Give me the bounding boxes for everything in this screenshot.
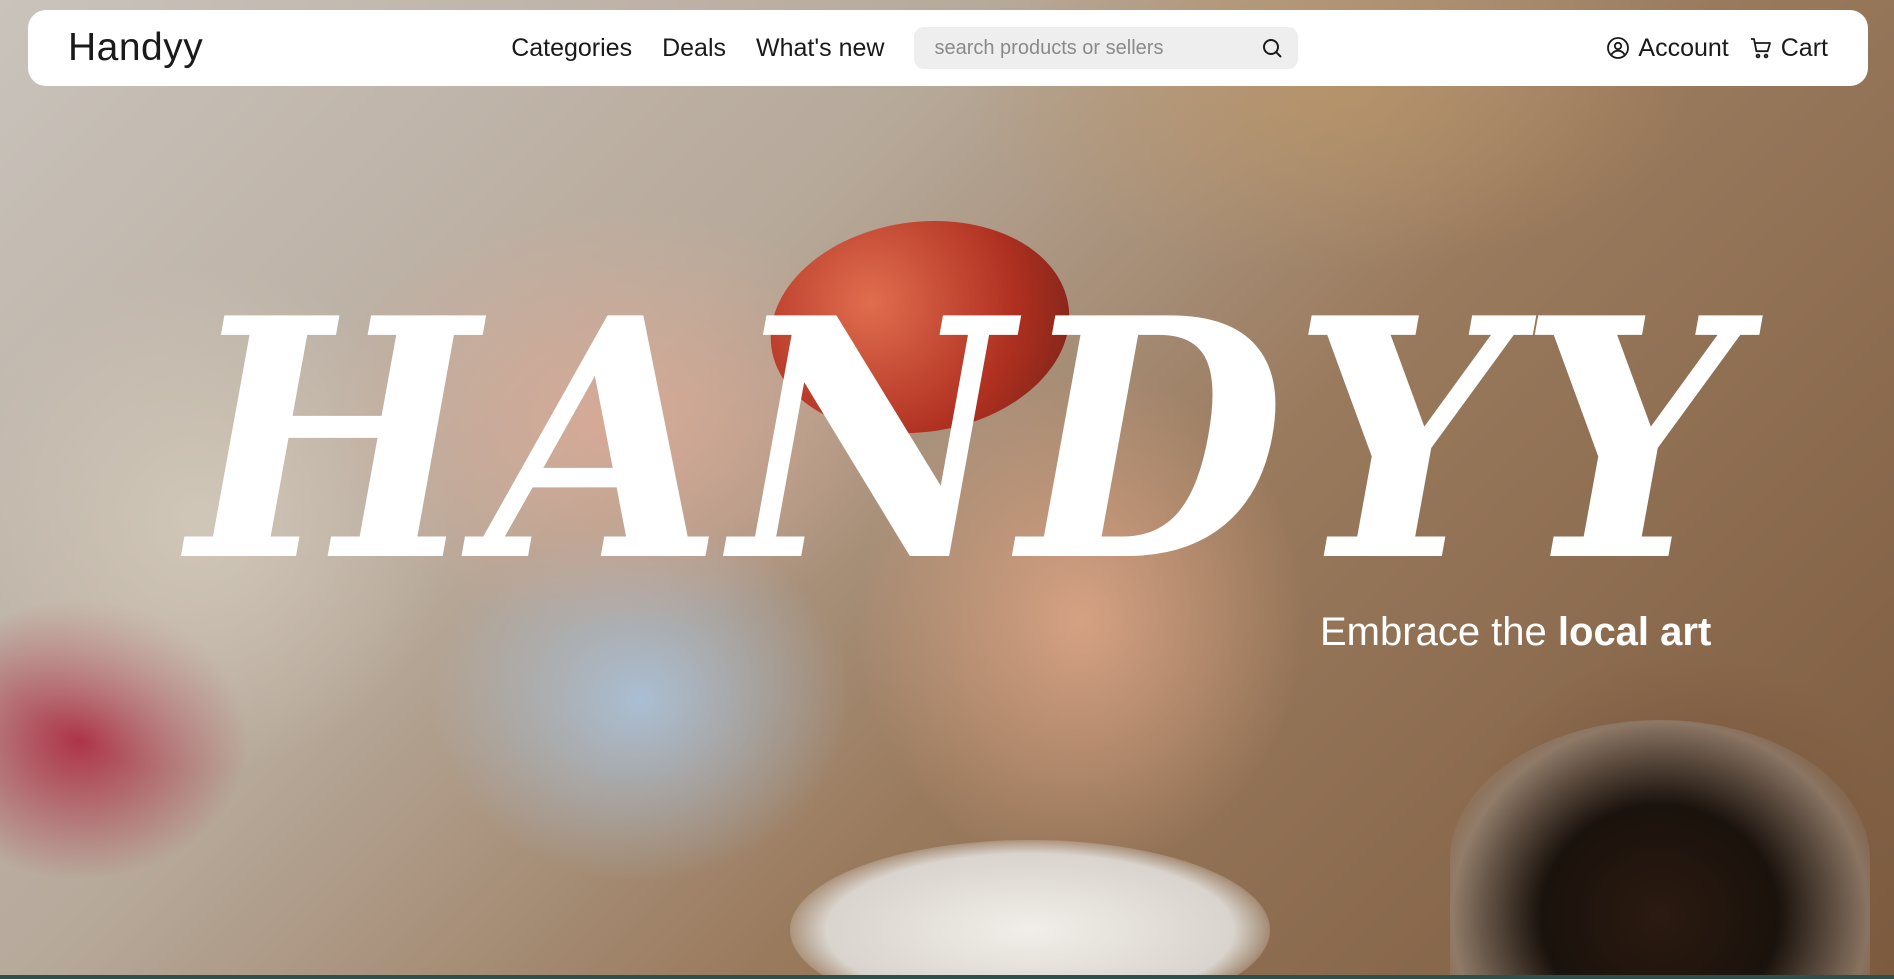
hero-title: HANDYY: [188, 246, 1746, 634]
tagline-emphasis: local art: [1557, 610, 1712, 654]
cart-label: Cart: [1780, 33, 1828, 62]
search-bar: [914, 27, 1299, 69]
user-circle-icon: [1607, 37, 1630, 59]
brand-logo[interactable]: Handyy: [68, 26, 203, 70]
account-link[interactable]: Account: [1606, 33, 1729, 63]
search-input[interactable]: [932, 35, 1237, 61]
nav-whats-new[interactable]: What's new: [756, 34, 884, 63]
hero-tagline: Embrace the local art: [1320, 610, 1711, 655]
nav-categories[interactable]: Categories: [511, 34, 632, 63]
search-icon[interactable]: [1260, 36, 1284, 60]
cart-icon: [1750, 38, 1771, 59]
main-nav: Categories Deals What's new: [511, 27, 1299, 69]
tagline-prefix: Embrace the: [1320, 610, 1558, 654]
nav-deals[interactable]: Deals: [662, 34, 726, 63]
cart-link[interactable]: Cart: [1749, 34, 1828, 63]
bottom-divider: [0, 975, 1894, 979]
knit-sleeve-image: [790, 840, 1270, 979]
top-navbar: Handyy Categories Deals What's new Accou…: [28, 10, 1868, 86]
account-label: Account: [1638, 33, 1729, 62]
nav-right: Account Cart: [1606, 34, 1828, 63]
glass-jar-image: [1450, 720, 1870, 979]
